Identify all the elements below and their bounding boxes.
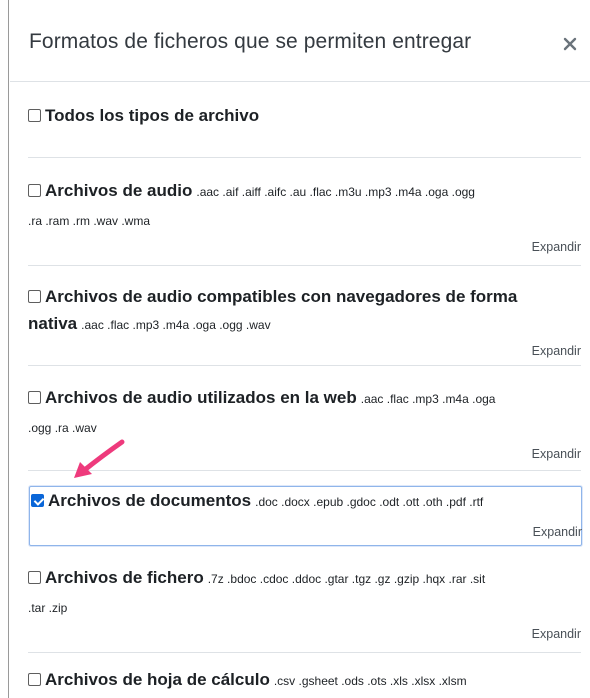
group-name: Archivos de fichero [45,568,204,587]
group-spreadsheets: Archivos de hoja de cálculo .csv .gsheet … [28,666,581,695]
checkbox-archives[interactable] [28,571,41,584]
checkbox-all-types[interactable] [28,109,41,122]
option-all-types[interactable]: Todos los tipos de archivo [28,102,581,129]
all-types-label: Todos los tipos de archivo [45,106,260,125]
checkbox-audio-web[interactable] [28,391,41,404]
window-left-edge [8,0,9,698]
group-name: Archivos de audio utilizados en la web [45,388,357,407]
group-name: Archivos de audio compatibles con navega… [45,287,518,306]
checkbox-audio-native[interactable] [28,290,41,303]
group-extensions-cont: .ogg .ra .wav [28,421,97,435]
group-extensions: .aac .flac .mp3 .m4a .oga [360,392,496,406]
group-name: Archivos de audio [45,181,193,200]
modal-title: Formatos de ficheros que se permiten ent… [29,30,472,53]
divider [28,652,581,653]
group-extensions: .aac .flac .mp3 .m4a .oga .ogg .wav [81,318,271,332]
close-button[interactable] [563,34,583,54]
group-audio-native: Archivos de audio compatibles con navega… [28,283,581,363]
group-extensions-cont: .tar .zip [28,601,68,615]
group-extensions: .doc .docx .epub .gdoc .odt .ott .oth .p… [255,495,484,509]
divider [28,157,581,158]
checkbox-spreadsheets[interactable] [28,673,41,686]
group-archives: Archivos de fichero .7z .bdoc .cdoc .ddoc… [28,564,581,650]
expand-link-audio-web[interactable]: Expandir [532,447,581,461]
group-extensions: .aac .aif .aiff .aifc .au .flac .m3u .mp… [196,185,475,199]
group-extensions-cont: .ra .ram .rm .wav .wma [28,214,151,228]
group-extensions: .7z .bdoc .cdoc .ddoc .gtar .tgz .gz .gz… [207,572,486,586]
pointer-arrow-icon [74,439,125,478]
checkbox-audio[interactable] [28,184,41,197]
expand-link-archives[interactable]: Expandir [532,627,581,641]
close-icon [563,37,577,51]
divider [28,365,581,366]
group-audio: Archivos de audio .aac .aif .aiff .aifc .… [28,177,581,263]
expand-link-documents[interactable]: Expandir [533,525,582,539]
expand-link-audio[interactable]: Expandir [532,240,581,254]
group-documents: Archivos de documentos .doc .docx .epub .… [29,486,582,546]
expand-link-audio-native[interactable]: Expandir [532,344,581,358]
group-name: Archivos de documentos [48,491,252,510]
modal-header: Formatos de ficheros que se permiten ent… [10,0,590,82]
group-extensions: .csv .gsheet .ods .ots .xls .xlsx .xlsm [273,674,467,688]
divider [28,265,581,266]
group-name-cont: nativa [28,314,78,333]
group-name: Archivos de hoja de cálculo [45,670,270,689]
checkbox-documents[interactable] [31,494,44,507]
